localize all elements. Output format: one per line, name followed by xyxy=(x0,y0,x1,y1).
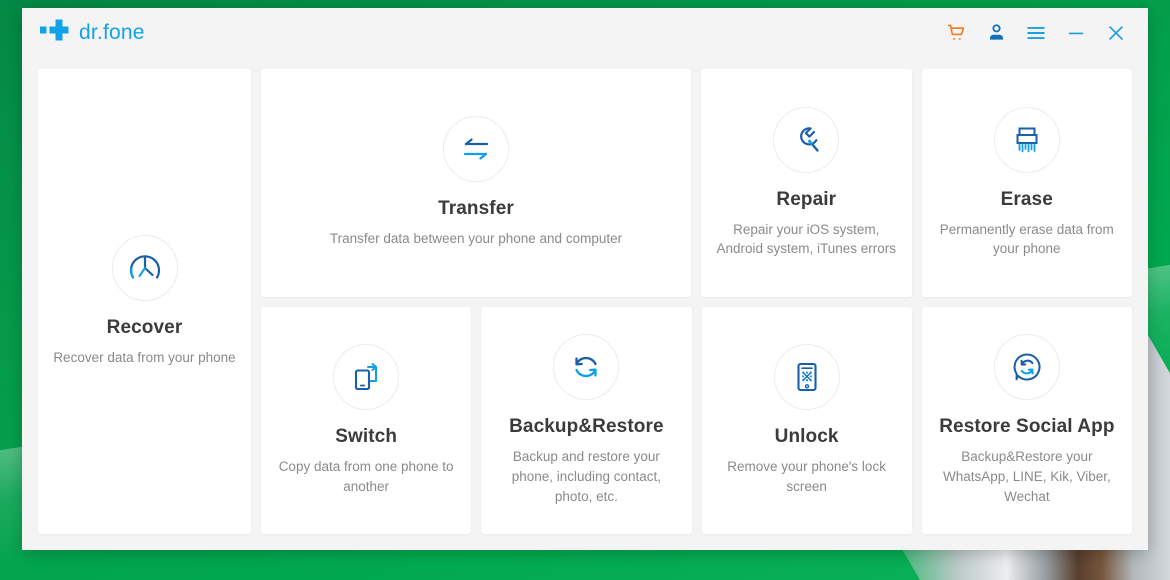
cart-icon[interactable] xyxy=(936,14,976,52)
card-description: Backup and restore your phone, including… xyxy=(511,449,662,504)
feature-grid: Recover Recover data from your phone Tra… xyxy=(22,57,1148,550)
minimize-icon[interactable] xyxy=(1056,14,1096,52)
circular-sync-icon xyxy=(553,334,620,401)
left-column: Recover Recover data from your phone xyxy=(38,69,251,534)
window-controls xyxy=(936,14,1148,52)
feature-row-top: Transfer Transfer data between your phon… xyxy=(261,69,1132,297)
card-switch[interactable]: Switch Copy data from one phone to anoth… xyxy=(261,306,472,534)
drfone-application-window: dr.fone Recover Recover data from your p… xyxy=(22,8,1148,550)
card-title: Transfer xyxy=(438,198,514,220)
card-recover[interactable]: Recover Recover data from your phone xyxy=(38,69,251,534)
clock-gauge-icon xyxy=(111,235,178,302)
card-title: Recover xyxy=(106,317,183,339)
two-phones-arrow-icon xyxy=(333,344,400,411)
phone-lock-pattern-icon xyxy=(773,344,840,411)
card-description: Transfer data between your phone and com… xyxy=(329,231,623,247)
two-way-arrows-icon xyxy=(443,116,509,183)
card-erase[interactable]: Erase Permanently erase data from your p… xyxy=(921,69,1132,297)
account-icon[interactable] xyxy=(976,14,1016,52)
menu-icon[interactable] xyxy=(1016,14,1056,52)
feature-row-bottom: Switch Copy data from one phone to anoth… xyxy=(261,306,1132,534)
brand-name: dr.fone xyxy=(79,20,145,44)
card-repair[interactable]: Repair Repair your iOS system, Android s… xyxy=(701,69,912,297)
card-title: Restore Social App xyxy=(939,416,1115,438)
card-description: Copy data from one phone to another xyxy=(278,459,454,494)
card-restore-social-app[interactable]: Restore Social App Backup&Restore your W… xyxy=(921,306,1132,534)
card-transfer[interactable]: Transfer Transfer data between your phon… xyxy=(261,69,691,297)
desktop-background: dr.fone Recover Recover data from your p… xyxy=(0,0,1170,580)
wrench-icon xyxy=(773,106,840,173)
card-backup-restore[interactable]: Backup&Restore Backup and restore your p… xyxy=(481,306,692,534)
right-column: Transfer Transfer data between your phon… xyxy=(261,69,1132,534)
app-brand: dr.fone xyxy=(40,18,145,47)
card-title: Repair xyxy=(776,188,837,210)
title-bar: dr.fone xyxy=(22,8,1148,57)
card-title: Erase xyxy=(1000,188,1053,210)
card-title: Unlock xyxy=(774,426,839,448)
card-description: Permanently erase data from your phone xyxy=(939,221,1114,257)
card-unlock[interactable]: Unlock Remove your phone's lock screen xyxy=(701,306,912,534)
chat-bubble-sync-icon xyxy=(993,334,1060,401)
close-icon[interactable] xyxy=(1096,14,1136,52)
card-description: Recover data from your phone xyxy=(53,350,236,366)
card-title: Backup&Restore xyxy=(509,416,664,438)
card-description: Repair your iOS system, Android system, … xyxy=(716,221,897,257)
card-description: Remove your phone's lock screen xyxy=(727,459,886,494)
card-description: Backup&Restore your WhatsApp, LINE, Kik,… xyxy=(942,449,1111,504)
shredder-icon xyxy=(993,106,1060,173)
plus-cross-logo-icon xyxy=(40,18,70,47)
card-title: Switch xyxy=(335,426,398,448)
